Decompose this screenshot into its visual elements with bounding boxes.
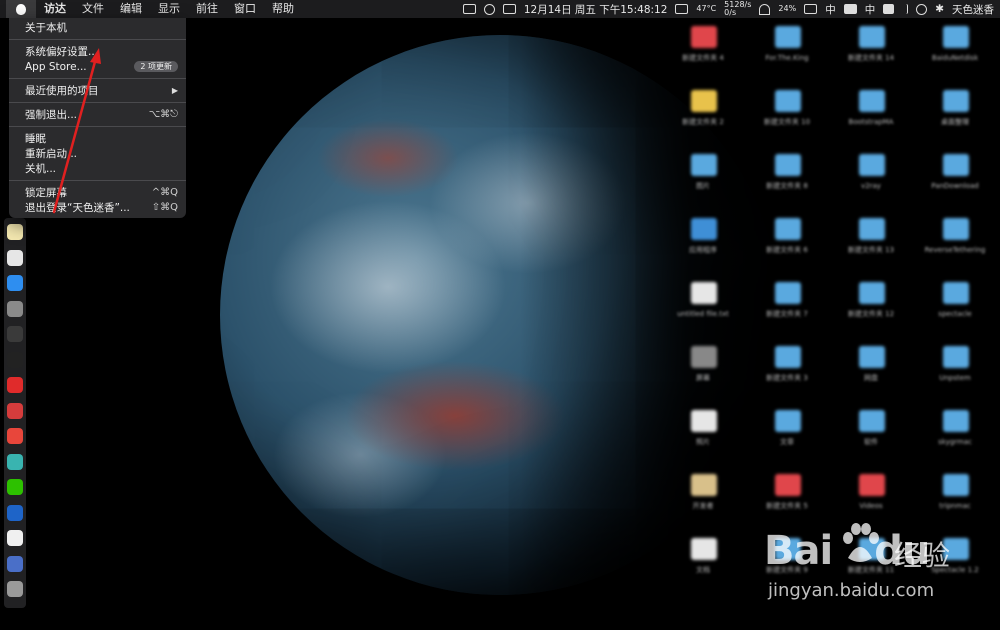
annotation-arrow (52, 48, 101, 214)
